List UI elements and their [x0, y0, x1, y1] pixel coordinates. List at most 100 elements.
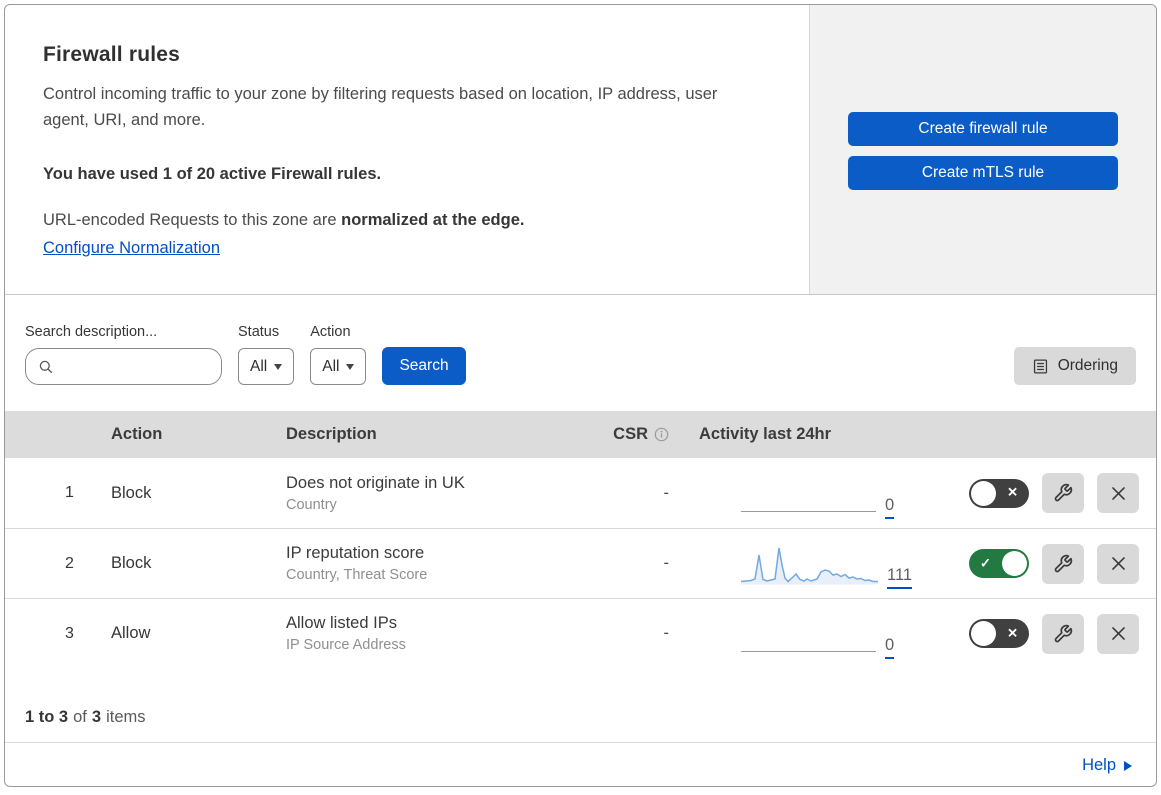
table-row: 2 Block IP reputation score Country, Thr… [5, 528, 1156, 598]
activity-count-link[interactable]: 0 [885, 636, 895, 659]
help-link[interactable]: Help [1082, 756, 1132, 775]
firewall-rules-card: Firewall rules Control incoming traffic … [4, 4, 1157, 787]
table-header: Action Description CSR Activity last 24h… [5, 411, 1156, 458]
actions-panel: Create firewall rule Create mTLS rule [809, 5, 1156, 294]
pagination-summary: 1 to 3 of 3 items [5, 668, 1156, 743]
status-filter-group: Status All [238, 324, 295, 385]
rule-activity: 111 [671, 529, 936, 598]
normalization-note: URL-encoded Requests to this zone are no… [43, 211, 729, 230]
activity-count-link[interactable]: 111 [887, 566, 913, 589]
delete-rule-button[interactable] [1097, 613, 1139, 654]
table-row: 1 Block Does not originate in UK Country… [5, 458, 1156, 528]
rule-fields: Country, Threat Score [286, 567, 428, 583]
activity-sparkline [741, 547, 878, 585]
close-icon [1111, 557, 1125, 570]
header-section: Firewall rules Control incoming traffic … [5, 5, 1156, 295]
rule-title: Allow listed IPs [286, 614, 397, 632]
normalization-bold: normalized at the edge. [341, 211, 525, 229]
rule-activity: 0 [671, 458, 936, 528]
rule-csr-value: - [663, 483, 670, 502]
rule-controls: ✓ ✕ [936, 599, 1156, 668]
usage-summary: You have used 1 of 20 active Firewall ru… [43, 165, 382, 183]
toggle-knob [971, 480, 996, 506]
create-mtls-rule-button[interactable]: Create mTLS rule [848, 156, 1118, 190]
arrow-right-icon [1124, 760, 1132, 771]
ordering-button-label: Ordering [1057, 357, 1118, 374]
rule-enabled-toggle[interactable]: ✓ ✕ [969, 478, 1029, 508]
status-dropdown[interactable]: All [238, 348, 295, 385]
of-text: of [73, 708, 87, 726]
edit-rule-button[interactable] [1042, 473, 1084, 513]
rule-description: IP reputation score Country, Threat Scor… [286, 529, 586, 598]
rule-description: Allow listed IPs IP Source Address [286, 599, 586, 668]
activity-count-link[interactable]: 0 [885, 496, 895, 519]
search-group: Search description... [25, 324, 222, 385]
rule-controls: ✓ ✕ [936, 529, 1156, 598]
wrench-icon [1054, 554, 1073, 572]
rule-priority: 3 [65, 624, 74, 642]
rule-activity: 0 [671, 599, 936, 668]
rule-priority: 2 [65, 554, 74, 572]
rule-action: Block [111, 554, 152, 572]
close-icon [1111, 486, 1125, 500]
edit-rule-button[interactable] [1042, 613, 1084, 654]
list-document-icon [1033, 358, 1047, 374]
action-filter-group: Action All [310, 324, 367, 385]
chevron-down-icon [346, 363, 355, 370]
column-activity: Activity last 24hr [699, 425, 832, 443]
configure-normalization-link[interactable]: Configure Normalization [43, 239, 220, 258]
help-bar: Help [5, 743, 1156, 786]
action-label: Action [310, 324, 351, 340]
search-box [25, 348, 222, 385]
rule-fields: Country [286, 496, 337, 513]
delete-rule-button[interactable] [1097, 543, 1139, 584]
search-input[interactable] [26, 349, 221, 384]
close-icon [1111, 627, 1125, 640]
action-dropdown[interactable]: All [310, 348, 367, 385]
header-text-block: Firewall rules Control incoming traffic … [5, 5, 809, 294]
status-dropdown-value: All [250, 357, 268, 375]
rule-priority: 1 [65, 484, 74, 501]
help-label: Help [1082, 756, 1116, 774]
info-icon[interactable] [654, 427, 669, 442]
page-description: Control incoming traffic to your zone by… [43, 85, 718, 129]
search-label: Search description... [25, 324, 158, 340]
rule-controls: ✓ ✕ [936, 458, 1156, 528]
delete-rule-button[interactable] [1097, 473, 1139, 513]
activity-flatline [741, 511, 876, 512]
rule-title: Does not originate in UK [286, 473, 465, 492]
table-row: 3 Allow Allow listed IPs IP Source Addre… [5, 598, 1156, 668]
activity-flatline [741, 651, 876, 652]
toggle-knob [1002, 551, 1027, 576]
range-text: 1 to 3 [25, 708, 69, 726]
page-title: Firewall rules [43, 43, 181, 66]
total-count: 3 [91, 708, 102, 726]
rule-fields: IP Source Address [286, 637, 406, 653]
chevron-down-icon [274, 363, 283, 370]
x-icon: ✕ [1007, 484, 1018, 500]
rule-title: IP reputation score [286, 544, 425, 562]
column-csr: CSR [586, 425, 671, 444]
toggle-knob [971, 621, 996, 646]
column-action: Action [111, 425, 163, 443]
rule-csr-value: - [663, 624, 670, 642]
rule-enabled-toggle[interactable]: ✓ ✕ [969, 549, 1029, 578]
wrench-icon [1054, 624, 1073, 642]
rule-action: Allow [111, 624, 151, 642]
rule-csr-value: - [663, 554, 670, 572]
edit-rule-button[interactable] [1042, 543, 1084, 584]
rule-enabled-toggle[interactable]: ✓ ✕ [969, 619, 1029, 648]
normalization-text: URL-encoded Requests to this zone are [43, 211, 337, 229]
check-icon: ✓ [980, 555, 991, 571]
status-label: Status [238, 324, 280, 340]
ordering-button[interactable]: Ordering [1013, 347, 1136, 385]
x-icon: ✕ [1007, 625, 1018, 641]
action-dropdown-value: All [322, 357, 340, 375]
wrench-icon [1054, 483, 1073, 502]
rule-description: Does not originate in UK Country [286, 458, 586, 528]
search-button[interactable]: Search [382, 347, 466, 385]
filter-bar: Search description... Status All Action … [5, 295, 1156, 411]
search-icon [39, 360, 53, 374]
create-firewall-rule-button[interactable]: Create firewall rule [848, 112, 1118, 146]
csr-header-label: CSR [613, 425, 648, 443]
